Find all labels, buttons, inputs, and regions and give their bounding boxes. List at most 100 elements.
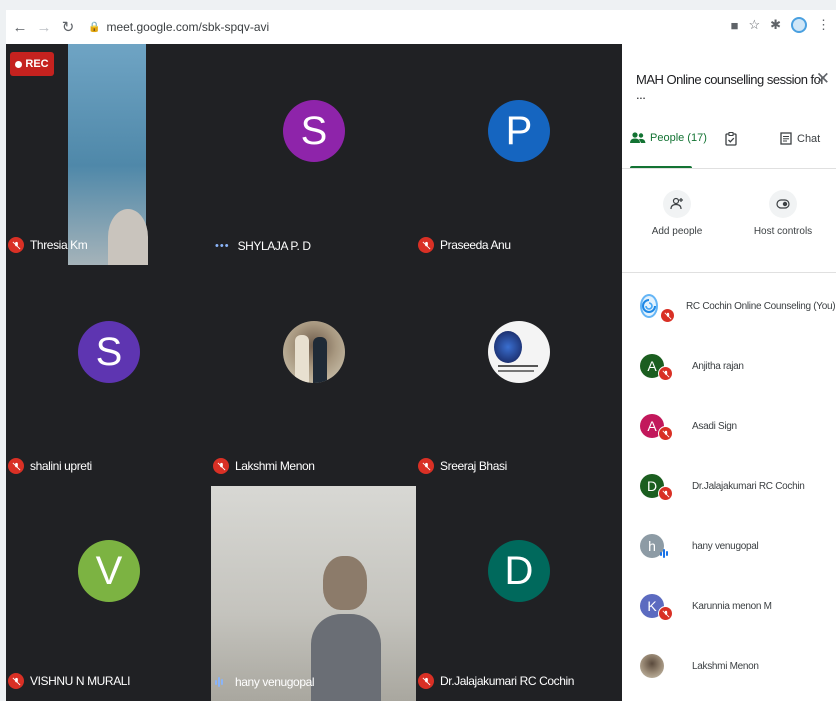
- avatar-photo: [640, 654, 664, 678]
- participant-tile[interactable]: Sreeraj Bhasi: [416, 265, 628, 486]
- mic-off-icon: [658, 486, 673, 501]
- avatar: D: [640, 474, 673, 501]
- add-people-button[interactable]: Add people: [642, 190, 712, 237]
- participant-tile[interactable]: Lakshmi Menon: [211, 265, 416, 486]
- speaking-indicator-icon: [215, 677, 227, 687]
- reload-icon[interactable]: ↻: [58, 17, 78, 37]
- address-bar[interactable]: 🔒 meet.google.com/sbk-spqv-avi: [88, 20, 269, 34]
- menu-icon[interactable]: ⋮: [817, 17, 830, 33]
- avatar: A: [640, 354, 673, 381]
- mic-off-icon: [658, 366, 673, 381]
- participant-name: RC Cochin Online Counseling (You): [686, 300, 836, 312]
- tab-chat[interactable]: Chat: [780, 132, 820, 145]
- participant-label: Dr.Jalajakumari RC Cochin: [418, 673, 574, 689]
- participant-name: hany venugopal: [692, 540, 759, 552]
- participant-tile[interactable]: D Dr.Jalajakumari RC Cochin: [416, 486, 628, 701]
- mic-off-icon: [658, 606, 673, 621]
- participant-tile[interactable]: V VISHNU N MURALI: [6, 486, 211, 701]
- participant-name: Anjitha rajan: [692, 360, 744, 372]
- toggle-icon: [776, 199, 790, 209]
- list-item[interactable]: Lakshmi Menon: [640, 646, 830, 686]
- avatar: S: [78, 321, 140, 383]
- list-item[interactable]: D Dr.Jalajakumari RC Cochin: [640, 466, 830, 506]
- participant-name: Karunnia menon M: [692, 600, 772, 612]
- avatar-photo: [488, 321, 550, 383]
- participant-name: Lakshmi Menon: [235, 459, 315, 473]
- add-person-icon: [670, 197, 683, 210]
- more-dots-icon: •••: [215, 240, 230, 252]
- mic-off-icon: [8, 237, 24, 253]
- profile-icon[interactable]: [791, 17, 807, 33]
- logo-icon: [642, 299, 656, 313]
- camera-icon[interactable]: ■: [731, 18, 739, 33]
- participant-name: hany venugopal: [235, 675, 315, 689]
- people-panel: MAH Online counselling session for ... ✕…: [622, 44, 836, 701]
- list-item[interactable]: A Asadi Sign: [640, 406, 830, 446]
- participant-tile[interactable]: S ••• SHYLAJA P. D: [211, 44, 416, 265]
- mic-off-icon: [660, 308, 675, 323]
- participant-name: Praseeda Anu: [440, 238, 511, 252]
- close-icon[interactable]: ✕: [816, 69, 830, 89]
- lock-icon: 🔒: [88, 21, 101, 33]
- browser-toolbar: ← → ↻ 🔒 meet.google.com/sbk-spqv-avi ■ ☆…: [6, 10, 836, 44]
- url-text: meet.google.com/sbk-spqv-avi: [106, 20, 270, 34]
- speaking-indicator-icon: [660, 549, 668, 558]
- tab-people-label: People (17): [650, 132, 707, 144]
- mic-off-icon: [8, 458, 24, 474]
- participant-name: Asadi Sign: [692, 420, 737, 432]
- list-item[interactable]: RC Cochin Online Counseling (You): [640, 286, 836, 326]
- participant-label: ••• SHYLAJA P. D: [213, 239, 311, 253]
- list-item[interactable]: A Anjitha rajan: [640, 346, 830, 386]
- participant-label: Thresia Km: [8, 237, 88, 253]
- mic-off-icon: [418, 237, 434, 253]
- tab-chat-label: Chat: [797, 132, 821, 145]
- screen: ← → ↻ 🔒 meet.google.com/sbk-spqv-avi ■ ☆…: [0, 0, 836, 701]
- avatar-photo: [283, 321, 345, 383]
- recording-badge: REC: [10, 52, 54, 76]
- divider: [622, 272, 836, 273]
- participant-label: Sreeraj Bhasi: [418, 458, 507, 474]
- divider: [622, 168, 836, 169]
- tab-activities[interactable]: [725, 132, 737, 146]
- avatar: S: [283, 100, 345, 162]
- avatar: P: [488, 100, 550, 162]
- participant-name: SHYLAJA P. D: [237, 239, 311, 253]
- avatar: A: [640, 414, 673, 441]
- mic-off-icon: [8, 673, 24, 689]
- add-people-label: Add people: [651, 226, 703, 237]
- participant-tile[interactable]: P Praseeda Anu: [416, 44, 628, 265]
- host-controls-label: Host controls: [753, 226, 813, 237]
- participant-name: Thresia Km: [30, 238, 88, 252]
- list-item[interactable]: h hany venugopal: [640, 526, 830, 566]
- mic-off-icon: [418, 458, 434, 474]
- participant-label: shalini upreti: [8, 458, 92, 474]
- mic-off-icon: [418, 673, 434, 689]
- meeting-title: MAH Online counselling session for ...: [636, 72, 825, 102]
- participant-label: VISHNU N MURALI: [8, 673, 130, 689]
- tab-people[interactable]: People (17): [630, 132, 707, 144]
- participant-name: Sreeraj Bhasi: [440, 459, 507, 473]
- avatar: [640, 294, 675, 323]
- avatar: h: [640, 534, 668, 558]
- participant-name: Lakshmi Menon: [692, 660, 759, 672]
- mic-off-icon: [213, 458, 229, 474]
- forward-icon[interactable]: →: [34, 17, 54, 37]
- host-controls-button[interactable]: Host controls: [748, 190, 818, 237]
- participant-name: VISHNU N MURALI: [30, 674, 131, 688]
- back-icon[interactable]: ←: [10, 17, 30, 37]
- people-icon: [630, 132, 646, 143]
- participant-tile[interactable]: hany venugopal: [211, 486, 416, 701]
- participant-tile[interactable]: S shalini upreti: [6, 265, 211, 486]
- participant-label: hany venugopal: [213, 675, 315, 689]
- checklist-icon: [725, 132, 737, 146]
- list-item[interactable]: K Karunnia menon M: [640, 586, 830, 626]
- participant-label: Praseeda Anu: [418, 237, 511, 253]
- participant-name: Dr.Jalajakumari RC Cochin: [692, 480, 805, 492]
- participant-label: Lakshmi Menon: [213, 458, 315, 474]
- participant-tile[interactable]: REC Thresia Km: [6, 44, 211, 265]
- avatar: D: [488, 540, 550, 602]
- video-feed: [311, 556, 381, 701]
- bookmark-star-icon[interactable]: ☆: [748, 17, 760, 33]
- avatar: K: [640, 594, 673, 621]
- extensions-icon[interactable]: ✱: [770, 17, 781, 33]
